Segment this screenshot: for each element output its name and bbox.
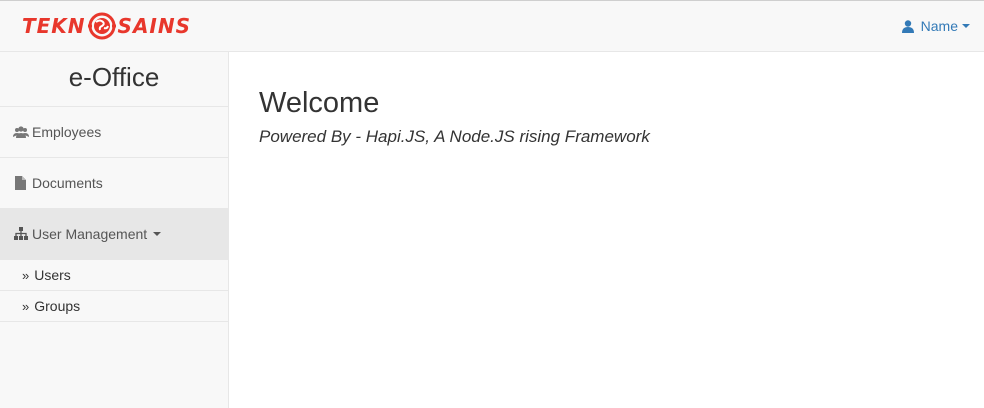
- sidebar-subitem-label: Users: [34, 267, 71, 283]
- sidebar-subitem-users[interactable]: » Users: [0, 260, 228, 291]
- page-title: Welcome: [259, 87, 380, 119]
- user-icon: [901, 19, 914, 33]
- sidebar-item-documents[interactable]: Documents: [0, 158, 228, 209]
- brand-text-right: SAINS: [117, 14, 192, 38]
- chevron-down-icon: [153, 232, 162, 236]
- sidebar-subitem-groups[interactable]: » Groups: [0, 291, 228, 322]
- top-navbar: TEKN SAINS Name: [0, 0, 984, 52]
- sitemap-icon: [14, 227, 28, 240]
- page-subtitle: Powered By - Hapi.JS, A Node.JS rising F…: [259, 127, 650, 146]
- brand-logo[interactable]: TEKN SAINS: [22, 10, 191, 42]
- chevron-down-icon: [962, 24, 970, 28]
- sidebar-title: e-Office: [0, 52, 228, 107]
- users-icon: [13, 126, 29, 138]
- sidebar-subitem-label: Groups: [34, 298, 81, 314]
- double-chevron-right-icon: »: [22, 298, 30, 314]
- main-content: Welcome Powered By - Hapi.JS, A Node.JS …: [259, 52, 650, 147]
- sidebar-item-user-management[interactable]: User Management: [0, 209, 228, 260]
- user-name-label: Name: [920, 18, 958, 34]
- sidebar-item-employees[interactable]: Employees: [0, 107, 228, 158]
- sidebar-item-label: User Management: [32, 226, 148, 242]
- brand-text-left: TEKN: [22, 14, 86, 38]
- globe-logo-icon: [87, 12, 116, 40]
- file-icon: [15, 176, 26, 190]
- sidebar-item-label: Documents: [32, 175, 103, 191]
- sidebar-item-label: Employees: [32, 124, 102, 140]
- sidebar: e-Office Employees Documents User Manage…: [0, 52, 229, 408]
- user-dropdown[interactable]: Name: [901, 18, 970, 34]
- double-chevron-right-icon: »: [22, 267, 30, 283]
